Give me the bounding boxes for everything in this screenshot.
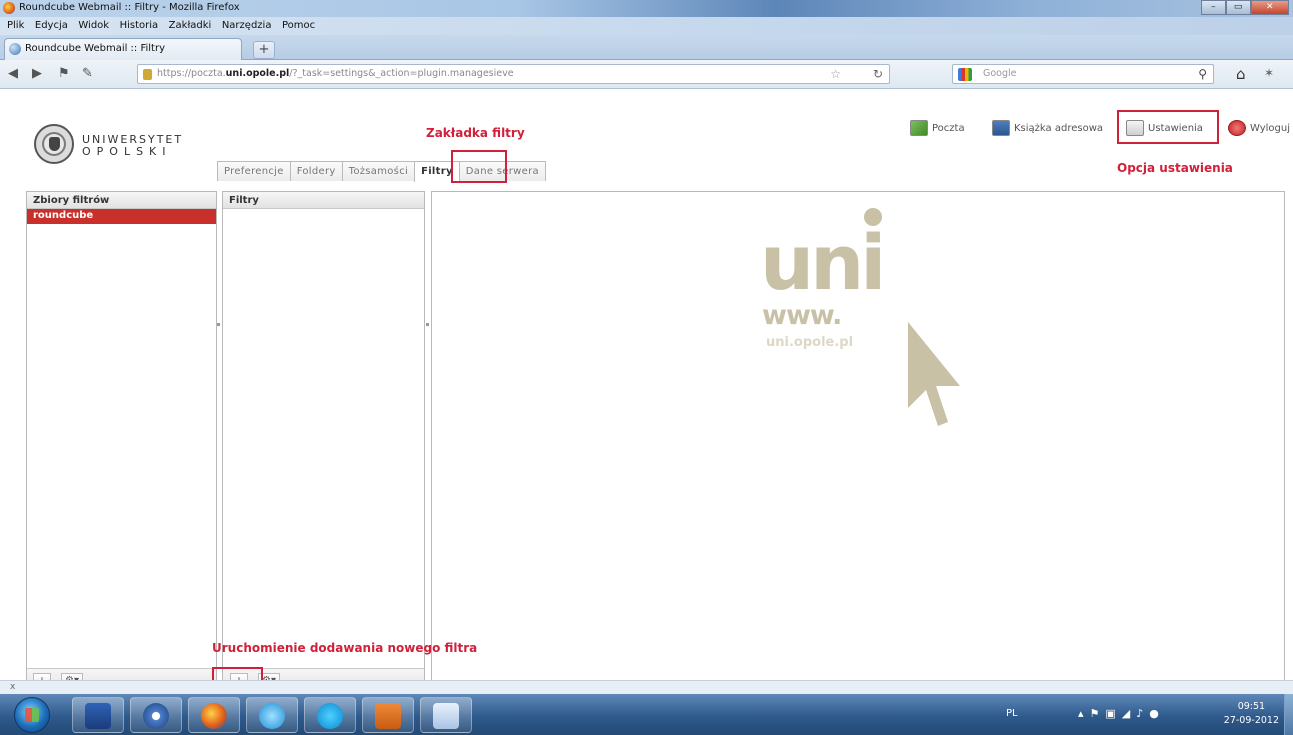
status-close-icon[interactable]: x [10, 682, 15, 692]
clock[interactable]: 09:51 27-09-2012 [1224, 700, 1279, 728]
watermark-uni: uni [760, 218, 886, 307]
watermark-www: www. [762, 300, 842, 331]
feed-icon: ✎ [82, 66, 93, 81]
mail-icon [910, 120, 928, 136]
logo-line2: OPOLSKI [82, 145, 172, 158]
skype-icon [317, 703, 343, 729]
lock-icon [143, 69, 152, 80]
tray-icons[interactable]: ▴⚑▣◢♪● [1078, 707, 1165, 720]
taskbar-app-notes[interactable] [420, 697, 472, 733]
new-tab-button[interactable]: + [253, 41, 275, 59]
search-icon[interactable]: ⚲ [1198, 67, 1207, 81]
menu-edit[interactable]: Edycja [35, 17, 68, 35]
maximize-button[interactable]: ▭ [1225, 0, 1251, 15]
bookmark-star-icon[interactable]: ☆ [830, 67, 841, 81]
notes-icon [433, 703, 459, 729]
status-bar: x [0, 680, 1293, 694]
language-indicator[interactable]: PL [1006, 708, 1018, 719]
floppy-icon [85, 703, 111, 729]
annotation-add-filter: Uruchomienie dodawania nowego filtra [212, 641, 478, 655]
tab-folders[interactable]: Foldery [289, 161, 343, 181]
splitter-handle[interactable] [216, 315, 221, 335]
filters-header: Filtry [223, 192, 424, 209]
cursor-icon [908, 322, 960, 426]
home-icon[interactable]: ⌂ [1236, 65, 1246, 83]
addressbook-icon [992, 120, 1010, 136]
search-engine-name: Google [983, 68, 1017, 79]
firefox-icon [201, 703, 227, 729]
taskbar-app-save[interactable] [72, 697, 124, 733]
start-button[interactable] [14, 697, 50, 733]
firefox-icon [3, 2, 15, 14]
clock-date: 27-09-2012 [1223, 715, 1279, 726]
google-icon [958, 68, 972, 81]
tab-identities[interactable]: Tożsamości [341, 161, 416, 181]
window-title: Roundcube Webmail :: Filtry - Mozilla Fi… [19, 2, 240, 13]
splitter-handle-2[interactable] [425, 315, 430, 335]
roundcube-page: UNIWERSYTET OPOLSKI Poczta Książka adres… [0, 90, 1293, 701]
menu-file[interactable]: Plik [7, 17, 24, 35]
menu-bookmarks[interactable]: Zakładki [169, 17, 212, 35]
annotation-filters-tab: Zakładka filtry [426, 126, 525, 140]
filtersets-panel: Zbiory filtrów roundcube + ⚙▾ [26, 191, 217, 691]
bookmark-flag-icon[interactable]: ⚑ [58, 66, 70, 81]
forward-arrow-icon[interactable]: ▶ [32, 66, 42, 81]
watermark-dot [864, 208, 882, 226]
taskbar: PL ▴⚑▣◢♪● 09:51 27-09-2012 [0, 694, 1293, 735]
logout-label: Wyloguj [1250, 122, 1290, 134]
annotation-box-settings [1117, 110, 1219, 144]
window-titlebar: Roundcube Webmail :: Filtry - Mozilla Fi… [0, 0, 1293, 17]
taskbar-app-xampp[interactable] [362, 697, 414, 733]
mail-button[interactable]: Poczta [910, 117, 965, 139]
uni-watermark: uni www. uni.opole.pl [760, 208, 980, 426]
addressbook-label: Książka adresowa [1014, 122, 1103, 134]
filterset-item[interactable]: roundcube [27, 209, 216, 224]
menu-bar: Plik Edycja Widok Historia Zakładki Narz… [0, 17, 1293, 35]
xampp-icon [375, 703, 401, 729]
search-bar[interactable]: Google ⚲ [952, 64, 1214, 84]
annotation-settings: Opcja ustawienia [1117, 161, 1233, 175]
taskbar-app-firefox[interactable] [188, 697, 240, 733]
addressbook-button[interactable]: Książka adresowa [992, 117, 1103, 139]
clock-time: 09:51 [1237, 701, 1266, 712]
window-controls: – ▭ ✕ [1201, 0, 1289, 16]
browser-tab[interactable]: Roundcube Webmail :: Filtry [4, 38, 242, 60]
reload-icon[interactable]: ↻ [873, 67, 883, 81]
logout-button[interactable]: Wyloguj [1228, 117, 1290, 139]
media-player-icon [143, 703, 169, 729]
taskbar-app-skype[interactable] [304, 697, 356, 733]
university-seal-icon [34, 124, 74, 164]
taskbar-app-media[interactable] [130, 697, 182, 733]
menu-view[interactable]: Widok [78, 17, 109, 35]
show-desktop-button[interactable] [1284, 694, 1293, 735]
filtersets-header: Zbiory filtrów [27, 192, 216, 209]
url-text: https://poczta.uni.opole.pl/?_task=setti… [157, 68, 514, 79]
browser-tab-label: Roundcube Webmail :: Filtry [25, 43, 166, 54]
addon-icon[interactable]: ✶ [1264, 66, 1274, 80]
close-window-button[interactable]: ✕ [1250, 0, 1289, 15]
menu-tools[interactable]: Narzędzia [222, 17, 272, 35]
filters-panel: Filtry + ⚙▾ [222, 191, 425, 691]
tab-preferences[interactable]: Preferencje [217, 161, 291, 181]
logout-icon [1228, 120, 1246, 136]
watermark-url: uni.opole.pl [766, 335, 854, 350]
minimize-button[interactable]: – [1201, 0, 1226, 15]
menu-help[interactable]: Pomoc [282, 17, 315, 35]
url-bar[interactable]: https://poczta.uni.opole.pl/?_task=setti… [137, 64, 890, 84]
browser-tab-strip: Roundcube Webmail :: Filtry + [0, 35, 1293, 60]
system-tray: PL ▴⚑▣◢♪● 09:51 27-09-2012 [993, 694, 1293, 735]
back-arrow-icon[interactable]: ◀ [8, 66, 18, 81]
annotation-box-filters-tab [451, 150, 507, 183]
mail-label: Poczta [932, 122, 965, 134]
taskbar-app-ie[interactable] [246, 697, 298, 733]
menu-history[interactable]: Historia [120, 17, 159, 35]
internet-explorer-icon [259, 703, 285, 729]
navigation-bar: ◀ ▶ ⚑ ✎ https://poczta.uni.opole.pl/?_ta… [0, 60, 1293, 89]
roundcube-favicon-icon [9, 43, 21, 55]
